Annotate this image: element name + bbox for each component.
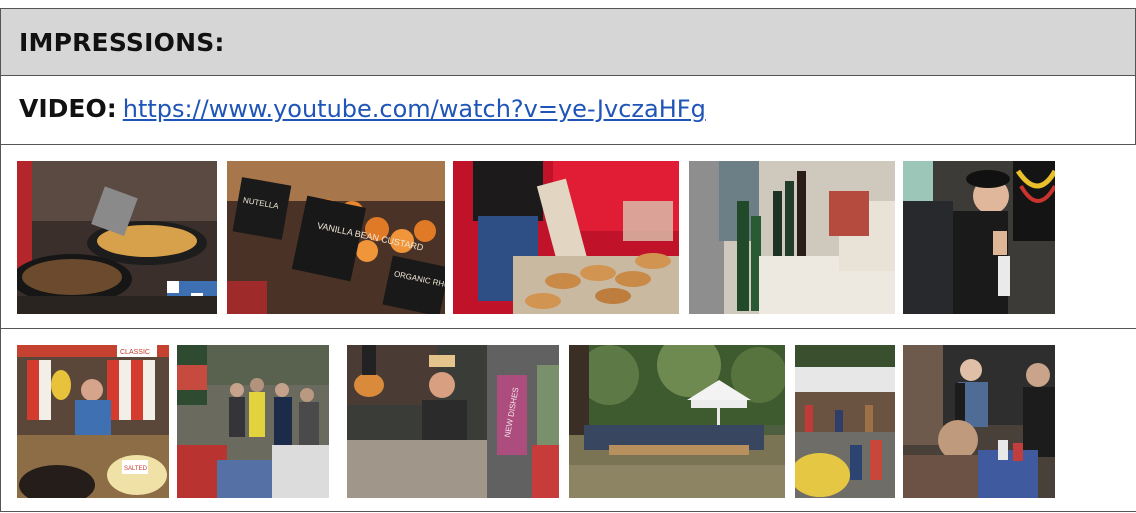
photo-row-1: VANILLA BEAN CUSTARD ORGANIC RHUBARB & C… xyxy=(0,144,1136,328)
photo-row-2: SALTED CLASSIC NEW DISHES xyxy=(0,328,1136,512)
video-label: VIDEO: xyxy=(19,94,117,123)
table-header-row: IMPRESSIONS: xyxy=(0,8,1136,76)
photo-pastry-display-signs: VANILLA BEAN CUSTARD ORGANIC RHUBARB & C… xyxy=(227,161,445,314)
section-title: IMPRESSIONS: xyxy=(19,28,225,57)
photo-market-crowd xyxy=(177,345,329,498)
impressions-table: IMPRESSIONS: VIDEO: https://www.youtube.c… xyxy=(0,0,1136,513)
photo-wine-tasting xyxy=(689,161,895,314)
video-link[interactable]: https://www.youtube.com/watch?v=ye-Jvcza… xyxy=(123,95,706,123)
photo-park-tent-crowd xyxy=(569,345,785,498)
photo-market-street-stalls xyxy=(795,345,895,498)
photo-bread-stall xyxy=(453,161,679,314)
photo-speaker-conversation xyxy=(903,345,1055,498)
photo-food-truck-woman: NEW DISHES xyxy=(347,345,559,498)
sign-salted: SALTED xyxy=(124,466,148,472)
photo-bartender-cap xyxy=(903,161,1055,314)
sign-classic: CLASSIC xyxy=(120,349,150,356)
video-line: VIDEO: https://www.youtube.com/watch?v=ye… xyxy=(19,94,706,123)
photo-pans-cooking xyxy=(17,161,217,314)
photo-popcorn-stand: SALTED CLASSIC xyxy=(17,345,169,498)
video-row: VIDEO: https://www.youtube.com/watch?v=ye… xyxy=(0,76,1136,144)
